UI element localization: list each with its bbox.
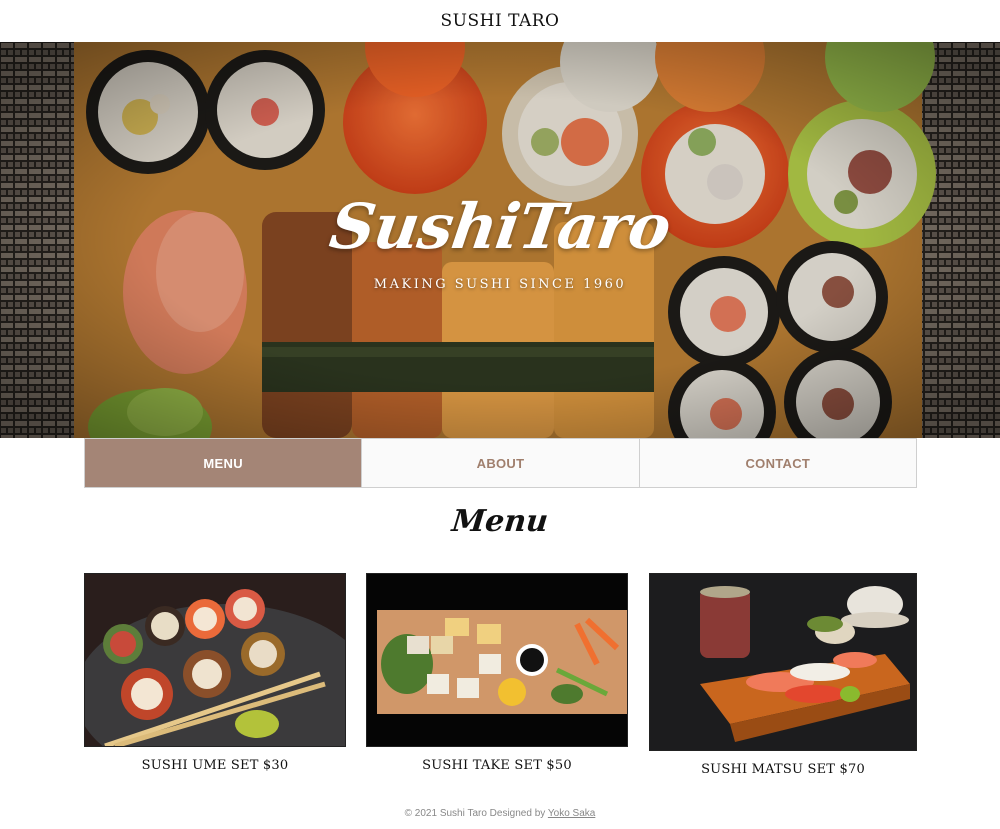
- hero-logo: SushiTaro: [325, 190, 675, 263]
- site-title[interactable]: SUSHI TARO: [441, 11, 560, 31]
- menu-section-title: Menu: [450, 504, 550, 539]
- hero-text: SushiTaro MAKING SUSHI SINCE 1960: [0, 42, 1000, 438]
- footer-text: © 2021 Sushi Taro Designed by: [404, 808, 546, 819]
- site-header: SUSHI TARO: [0, 0, 1000, 42]
- site-footer: © 2021 Sushi Taro Designed by Yoko Saka: [0, 808, 1000, 819]
- menu-card-matsu[interactable]: SUSHI MATSU SET $70: [649, 573, 917, 777]
- nav-menu[interactable]: MENU: [85, 439, 363, 487]
- main-nav: MENU ABOUT CONTACT: [84, 438, 917, 488]
- matsu-set-photo[interactable]: [649, 573, 917, 751]
- menu-card-ume[interactable]: SUSHI UME SET $30: [84, 573, 346, 773]
- hero-banner: SushiTaro MAKING SUSHI SINCE 1960: [0, 42, 1000, 438]
- footer-designer-link[interactable]: Yoko Saka: [548, 808, 595, 819]
- menu-card-take[interactable]: SUSHI TAKE SET $50: [366, 573, 628, 773]
- ume-set-photo[interactable]: [84, 573, 346, 747]
- take-set-photo[interactable]: [366, 573, 628, 747]
- nav-about[interactable]: ABOUT: [362, 439, 640, 487]
- nav-contact[interactable]: CONTACT: [639, 439, 916, 487]
- ume-set-caption[interactable]: SUSHI UME SET $30: [84, 758, 346, 773]
- hero-tagline: MAKING SUSHI SINCE 1960: [373, 277, 627, 292]
- matsu-set-caption[interactable]: SUSHI MATSU SET $70: [649, 762, 917, 777]
- take-set-caption[interactable]: SUSHI TAKE SET $50: [366, 758, 628, 773]
